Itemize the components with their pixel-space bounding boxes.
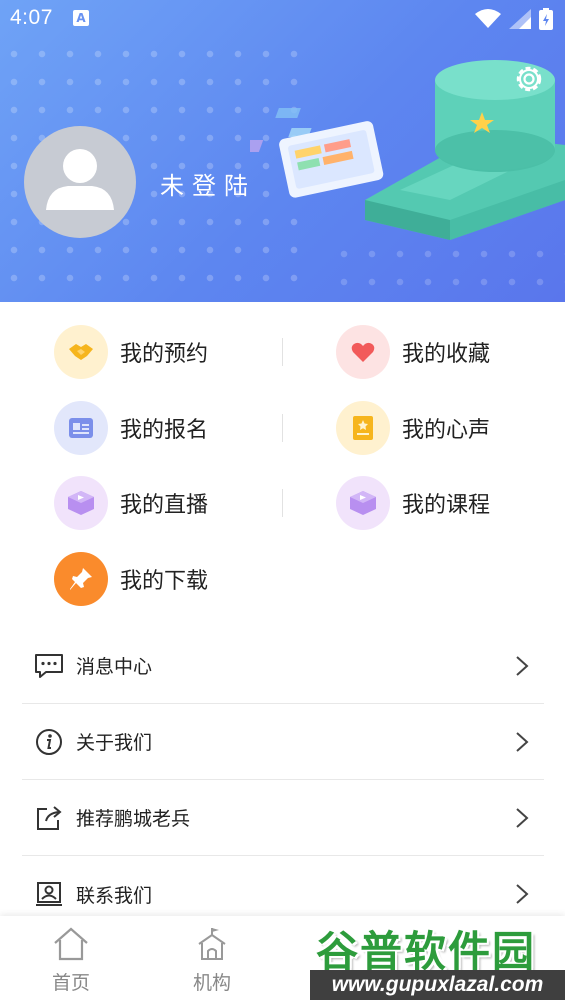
chevron-right-icon bbox=[516, 808, 529, 828]
grid-item-voice[interactable]: 我的心声 bbox=[336, 401, 490, 455]
grid-item-label: 我的收藏 bbox=[402, 342, 491, 367]
message-icon bbox=[34, 651, 64, 681]
signal-icon bbox=[509, 9, 531, 29]
chevron-right-icon bbox=[516, 732, 529, 752]
grid-item-registration[interactable]: 我的报名 bbox=[54, 401, 208, 455]
status-icons bbox=[475, 8, 553, 30]
settings-gear-icon[interactable] bbox=[512, 62, 546, 96]
list-item-label: 联系我们 bbox=[76, 884, 153, 907]
grid-item-label: 我的直播 bbox=[120, 493, 209, 518]
watermark-url: www.gupuxlazal.com bbox=[310, 970, 565, 1000]
list-item-about[interactable]: 关于我们 bbox=[22, 704, 544, 780]
grid-item-label: 我的预约 bbox=[120, 342, 209, 367]
building-icon bbox=[198, 928, 226, 960]
list-item-label: 推荐鹏城老兵 bbox=[76, 808, 191, 830]
contact-card-icon bbox=[34, 879, 64, 909]
divider bbox=[282, 414, 283, 442]
heart-icon bbox=[336, 325, 390, 379]
pin-icon bbox=[54, 552, 108, 606]
note-icon bbox=[336, 401, 390, 455]
play-box-icon bbox=[336, 476, 390, 530]
grid-item-favorites[interactable]: 我的收藏 bbox=[336, 325, 490, 379]
play-box-icon bbox=[54, 476, 108, 530]
avatar[interactable] bbox=[24, 126, 136, 238]
nav-label: 首页 bbox=[51, 972, 90, 994]
home-icon bbox=[54, 927, 88, 961]
nav-label: 机构 bbox=[192, 972, 231, 994]
wifi-icon bbox=[475, 9, 501, 28]
nav-home[interactable]: 首页 bbox=[26, 926, 116, 995]
share-icon bbox=[34, 803, 64, 833]
grid-item-label: 我的心声 bbox=[402, 418, 491, 443]
list-item-messages[interactable]: 消息中心 bbox=[22, 628, 544, 704]
settings-list: 消息中心 关于我们 推荐鹏城老兵 联系我们 bbox=[22, 628, 544, 932]
id-card-icon bbox=[54, 401, 108, 455]
grid-item-appointments[interactable]: 我的预约 bbox=[54, 325, 208, 379]
grid-item-label: 我的下载 bbox=[120, 569, 209, 594]
profile-header: 4:07 A 未登陆 bbox=[0, 0, 565, 302]
status-time: 4:07 bbox=[10, 6, 53, 29]
info-icon bbox=[34, 727, 64, 757]
battery-icon bbox=[539, 8, 553, 30]
notification-icon: A bbox=[73, 10, 89, 26]
list-item-label: 消息中心 bbox=[76, 656, 153, 678]
grid-item-label: 我的课程 bbox=[402, 493, 491, 518]
grid-item-live[interactable]: 我的直播 bbox=[54, 476, 208, 530]
chevron-right-icon bbox=[516, 656, 529, 676]
watermark: 谷普软件园 www.gupuxlazal.com bbox=[310, 914, 565, 1002]
grid-item-downloads[interactable]: 我的下载 bbox=[54, 552, 208, 606]
chevron-right-icon bbox=[516, 884, 529, 904]
divider bbox=[282, 338, 283, 366]
handshake-icon bbox=[54, 325, 108, 379]
nav-institution[interactable]: 机构 bbox=[167, 926, 257, 995]
login-status-text[interactable]: 未登陆 bbox=[160, 166, 256, 201]
grid-item-courses[interactable]: 我的课程 bbox=[336, 476, 490, 530]
divider bbox=[282, 489, 283, 517]
status-bar: 4:07 A bbox=[0, 0, 565, 38]
list-item-recommend[interactable]: 推荐鹏城老兵 bbox=[22, 780, 544, 856]
grid-item-label: 我的报名 bbox=[120, 418, 209, 443]
user-silhouette-icon bbox=[46, 149, 114, 210]
list-item-label: 关于我们 bbox=[76, 732, 153, 754]
